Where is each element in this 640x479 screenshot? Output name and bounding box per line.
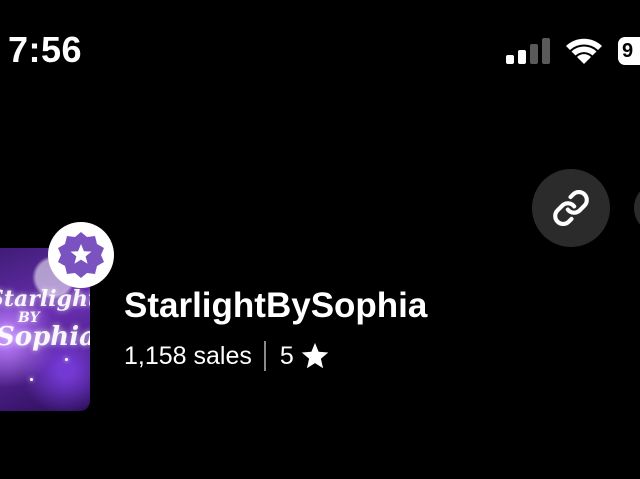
shop-header-screen: 7:56 9 Starlight BY Sophia bbox=[0, 0, 640, 479]
avatar-sparkle bbox=[30, 378, 33, 381]
stats-divider bbox=[263, 341, 266, 371]
shop-name: StarlightBySophia bbox=[124, 286, 428, 325]
link-icon bbox=[553, 190, 589, 226]
avatar-sparkle bbox=[65, 358, 68, 361]
more-options-button[interactable] bbox=[634, 182, 640, 234]
star-seller-icon bbox=[58, 232, 104, 278]
battery-level: 9 bbox=[622, 40, 634, 62]
rating-value: 5 bbox=[279, 342, 294, 370]
avatar-text-line1: Starlight bbox=[0, 286, 90, 312]
star-icon bbox=[301, 342, 329, 369]
copy-link-button[interactable] bbox=[532, 169, 610, 247]
shop-stats: 1,158 sales 5 bbox=[124, 338, 330, 374]
sales-count: 1,158 sales bbox=[124, 342, 252, 370]
status-bar-time: 7:56 bbox=[8, 29, 83, 70]
avatar-text-line3: Sophia bbox=[0, 322, 90, 352]
wifi-icon bbox=[566, 38, 602, 64]
cellular-signal-icon bbox=[506, 38, 550, 64]
star-seller-badge bbox=[48, 222, 114, 288]
battery-icon: 9 bbox=[618, 37, 640, 65]
